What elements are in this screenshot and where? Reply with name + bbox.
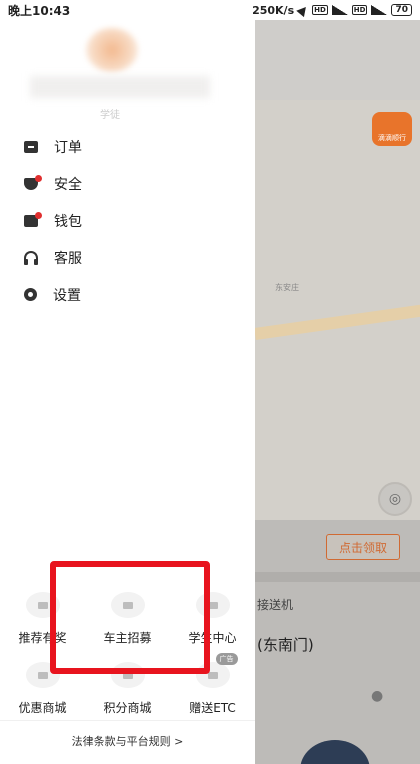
status-bar: 晚上10:43 250K/s HD HD 70 [0, 0, 420, 20]
drawer-menu: 订单 安全 钱包 客服 设置 [0, 128, 255, 313]
status-icons: 250K/s HD HD 70 [252, 3, 412, 17]
battery-icon: 70 [391, 4, 412, 16]
shield-icon [24, 174, 42, 190]
map-badge[interactable]: 滴滴顺行 [372, 112, 412, 146]
panel-divider [255, 572, 420, 582]
notification-dot [35, 211, 42, 219]
order-icon [24, 140, 38, 153]
grid-item-label: 优惠商城 [18, 701, 67, 715]
menu-item-wallet[interactable]: 钱包 [0, 202, 255, 239]
notification-dot [35, 174, 42, 182]
menu-item-support[interactable]: 客服 [0, 239, 255, 276]
legal-terms-link[interactable]: 法律条款与平台规则 > [0, 733, 255, 749]
pickup-label: 接送机 [257, 598, 294, 612]
ad-badge: 广告 [215, 653, 238, 665]
hd-icon-2: HD [351, 5, 368, 15]
map-place-label: 东安庄 [275, 283, 299, 292]
grid-item-label: 赠送ETC [189, 701, 236, 715]
profile-tag: 学徒 [100, 110, 120, 121]
header-backdrop [255, 20, 420, 100]
locate-icon[interactable]: ◎ [378, 482, 412, 516]
profile-area[interactable]: 学徒 [0, 20, 255, 121]
menu-item-orders[interactable]: 订单 [0, 128, 255, 165]
network-speed: 250K/s [252, 3, 295, 17]
menu-item-label: 订单 [54, 139, 82, 156]
highlight-box [50, 561, 210, 674]
car-wheel-image [300, 740, 370, 764]
gear-icon [24, 288, 37, 301]
map-road [254, 303, 420, 340]
hd-icon: HD [312, 5, 328, 15]
menu-item-label: 安全 [54, 176, 82, 193]
map-badge-label: 滴滴顺行 [378, 134, 406, 142]
headset-icon [24, 251, 38, 265]
avatar[interactable] [86, 28, 138, 72]
mic-icon[interactable]: ● [371, 688, 383, 704]
signal-icon-2 [371, 5, 388, 15]
grid-item-label: 积分商城 [103, 701, 152, 715]
wallet-icon [24, 211, 42, 227]
location-icon [296, 3, 310, 17]
menu-item-label: 设置 [53, 287, 81, 304]
claim-button[interactable]: 点击领取 [326, 534, 400, 560]
menu-item-label: 客服 [54, 250, 82, 267]
user-name-blurred [30, 76, 210, 98]
menu-item-label: 钱包 [54, 213, 82, 230]
booking-panel: 点击领取 接送机 (东南门) ● [255, 520, 420, 764]
footer-divider [0, 720, 255, 721]
menu-item-safety[interactable]: 安全 [0, 165, 255, 202]
menu-item-settings[interactable]: 设置 [0, 276, 255, 313]
destination-text[interactable]: (东南门) [257, 634, 314, 655]
signal-icon [331, 5, 348, 15]
status-time: 晚上10:43 [8, 3, 71, 18]
